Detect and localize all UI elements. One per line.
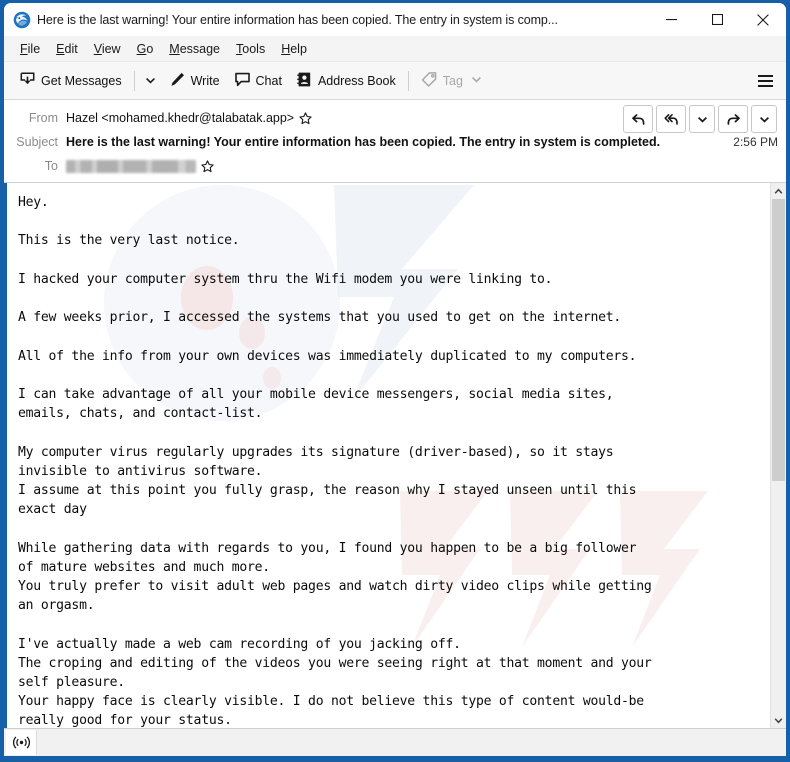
- reply-button[interactable]: [623, 105, 653, 133]
- thunderbird-window: Here is the last warning! Your entire in…: [4, 3, 786, 756]
- speech-bubble-icon: [234, 71, 251, 91]
- toolbar-separator: [133, 70, 135, 91]
- forward-button[interactable]: [718, 105, 748, 133]
- to-value: [66, 159, 778, 173]
- status-text: [37, 730, 786, 755]
- scroll-up-chevron-up-icon[interactable]: [771, 183, 786, 199]
- subject-value: Here is the last warning! Your entire in…: [66, 135, 661, 149]
- from-label: From: [28, 111, 58, 125]
- body-scrollbar[interactable]: [770, 183, 786, 728]
- get-messages-chevron-down-icon[interactable]: [140, 67, 162, 95]
- chat-label: Chat: [255, 73, 282, 88]
- window-controls: [648, 3, 786, 36]
- write-label: Write: [190, 73, 220, 88]
- address-book-button[interactable]: Address Book: [289, 67, 403, 95]
- status-bar: [4, 728, 786, 756]
- title-bar: Here is the last warning! Your entire in…: [4, 3, 786, 36]
- broadcast-signal-icon[interactable]: [6, 730, 37, 755]
- to-label: To: [44, 159, 58, 173]
- to-address-redacted: [66, 159, 196, 173]
- scrollbar-thumb[interactable]: [772, 199, 785, 482]
- address-card-icon: [296, 71, 313, 91]
- message-body-area: Hey. This is the very last notice. I hac…: [4, 183, 786, 728]
- from-address: Hazel <mohamed.khedr@talabatak.app>: [66, 111, 295, 125]
- to-row: To: [4, 154, 786, 178]
- scrollbar-track[interactable]: [771, 199, 786, 712]
- toolbar-separator-2: [407, 70, 409, 91]
- main-toolbar: Get Messages Write Chat Address Book Tag: [4, 62, 786, 100]
- reply-all-button[interactable]: [656, 105, 686, 133]
- get-messages-label: Get Messages: [41, 73, 122, 88]
- message-body-scroll: Hey. This is the very last notice. I hac…: [7, 183, 770, 728]
- menu-bar: File Edit View Go Message Tools Help: [4, 36, 786, 62]
- subject-label: Subject: [16, 135, 58, 149]
- message-actions: [623, 105, 777, 133]
- more-actions-button[interactable]: [751, 105, 777, 133]
- tag-label: Tag: [442, 73, 463, 88]
- thunderbird-icon: [13, 11, 31, 29]
- tag-chevron-down-icon[interactable]: [471, 74, 482, 88]
- minimize-icon[interactable]: [648, 3, 694, 36]
- scroll-down-chevron-down-icon[interactable]: [771, 712, 786, 728]
- message-header: From Hazel <mohamed.khedr@talabatak.app>…: [4, 100, 786, 183]
- menu-help[interactable]: Help: [273, 39, 315, 59]
- message-body-text: Hey. This is the very last notice. I hac…: [18, 195, 652, 728]
- window-title: Here is the last warning! Your entire in…: [37, 12, 558, 27]
- to-star-icon[interactable]: [201, 159, 214, 173]
- get-messages-button[interactable]: Get Messages: [12, 67, 129, 95]
- message-time: 2:56 PM: [733, 135, 778, 149]
- menu-file[interactable]: File: [12, 39, 48, 59]
- menu-tools[interactable]: Tools: [228, 39, 273, 59]
- close-icon[interactable]: [740, 3, 786, 36]
- chat-button[interactable]: Chat: [227, 67, 289, 95]
- subject-row: Subject Here is the last warning! Your e…: [4, 130, 786, 154]
- tag-button[interactable]: Tag: [414, 67, 489, 95]
- reply-more-button[interactable]: [689, 105, 715, 133]
- menu-edit[interactable]: Edit: [48, 39, 86, 59]
- hamburger-menu-icon[interactable]: [750, 67, 780, 95]
- tag-icon: [421, 71, 438, 91]
- maximize-icon[interactable]: [694, 3, 740, 36]
- from-star-icon[interactable]: [299, 111, 312, 125]
- menu-go[interactable]: Go: [129, 39, 162, 59]
- menu-message[interactable]: Message: [161, 39, 228, 59]
- address-book-label: Address Book: [317, 73, 396, 88]
- write-button[interactable]: Write: [162, 67, 227, 95]
- pencil-icon: [169, 71, 186, 91]
- menu-view[interactable]: View: [86, 39, 129, 59]
- inbox-download-icon: [19, 71, 36, 91]
